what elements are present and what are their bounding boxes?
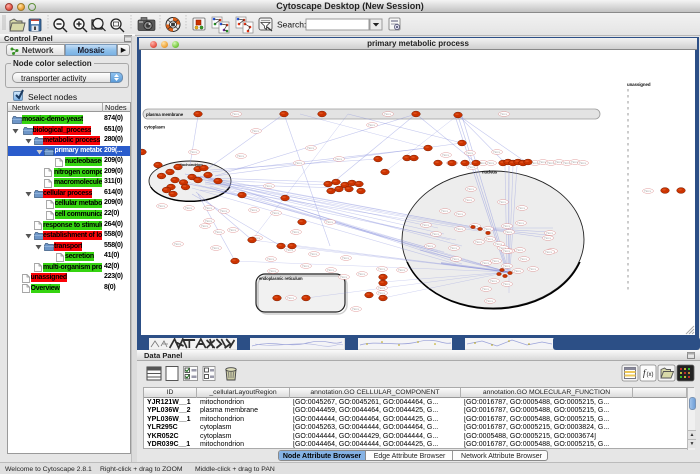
- svg-text:Yxx.x: Yxx.x: [272, 211, 279, 215]
- svg-text:Yxx.x: Yxx.x: [555, 160, 562, 164]
- svg-text:Yxx.x: Yxx.x: [205, 206, 212, 210]
- svg-text:Yxx.x: Yxx.x: [302, 264, 309, 268]
- svg-text:Yxx.x: Yxx.x: [378, 286, 385, 290]
- svg-text:Yxx.x: Yxx.x: [503, 282, 510, 286]
- svg-text:Yxx.x: Yxx.x: [398, 268, 405, 272]
- svg-text:Yxx.x: Yxx.x: [442, 153, 449, 157]
- svg-text:plasma membrane: plasma membrane: [146, 112, 184, 117]
- svg-text:Yxx.x: Yxx.x: [368, 123, 375, 127]
- svg-text:Yxx.x: Yxx.x: [342, 256, 349, 260]
- svg-text:Yxx.x: Yxx.x: [520, 257, 527, 261]
- svg-text:Yxx.x: Yxx.x: [205, 219, 212, 223]
- svg-text:Yxx.x: Yxx.x: [465, 198, 472, 202]
- svg-text:Yxx.x: Yxx.x: [295, 161, 302, 165]
- svg-text:Yxx.x: Yxx.x: [456, 212, 463, 216]
- svg-text:Yxx.x: Yxx.x: [466, 151, 473, 155]
- svg-text:Yxx.x: Yxx.x: [467, 187, 474, 191]
- svg-text:Yxx.x: Yxx.x: [493, 150, 500, 154]
- svg-text:Yxx.x: Yxx.x: [232, 112, 239, 116]
- svg-text:Yxx.x: Yxx.x: [503, 249, 510, 253]
- svg-text:Yxx.x: Yxx.x: [518, 206, 525, 210]
- svg-text:Yxx.x: Yxx.x: [358, 272, 365, 276]
- svg-text:Yxx.x: Yxx.x: [579, 161, 586, 165]
- svg-text:Yxx.x: Yxx.x: [310, 252, 317, 256]
- svg-text:Yxx.x: Yxx.x: [571, 160, 578, 164]
- svg-text:Yxx.x: Yxx.x: [422, 223, 429, 227]
- svg-text:Yxx.x: Yxx.x: [269, 269, 276, 273]
- svg-text:Yxx.x: Yxx.x: [327, 268, 334, 272]
- svg-text:Yxx.x: Yxx.x: [287, 296, 294, 300]
- svg-text:endoplasmic reticulum: endoplasmic reticulum: [259, 276, 303, 281]
- svg-text:Yxx.x: Yxx.x: [307, 146, 314, 150]
- svg-text:Yxx.x: Yxx.x: [503, 264, 510, 268]
- svg-text:Yxx.x: Yxx.x: [190, 150, 197, 154]
- svg-text:Yxx.x: Yxx.x: [482, 261, 489, 265]
- svg-text:Yxx.x: Yxx.x: [378, 291, 385, 295]
- svg-text:Yxx.x: Yxx.x: [378, 267, 385, 271]
- svg-text:Yxx.x: Yxx.x: [237, 154, 244, 158]
- svg-text:Yxx.x: Yxx.x: [517, 221, 524, 225]
- svg-text:Yxx.x: Yxx.x: [492, 259, 499, 263]
- svg-text:Yxx.x: Yxx.x: [514, 269, 521, 273]
- svg-text:Yxx.x: Yxx.x: [252, 129, 259, 133]
- svg-text:Yxx.x: Yxx.x: [340, 275, 347, 279]
- svg-text:(x): (x): [647, 372, 654, 378]
- svg-text:Yxx.x: Yxx.x: [546, 231, 553, 235]
- svg-text:Yxx.x: Yxx.x: [539, 160, 546, 164]
- svg-text:Yxx.x: Yxx.x: [326, 220, 333, 224]
- svg-text:Yxx.x: Yxx.x: [335, 157, 342, 161]
- svg-text:Yxx.x: Yxx.x: [500, 112, 507, 116]
- svg-text:Yxx.x: Yxx.x: [484, 227, 491, 231]
- svg-text:Yxx.x: Yxx.x: [450, 246, 457, 250]
- svg-text:Yxx.x: Yxx.x: [441, 209, 448, 213]
- svg-text:Yxx.x: Yxx.x: [486, 237, 493, 241]
- svg-text:Yxx.x: Yxx.x: [215, 230, 222, 234]
- svg-text:Yxx.x: Yxx.x: [505, 230, 512, 234]
- svg-text:Yxx.x: Yxx.x: [265, 184, 272, 188]
- svg-text:Yxx.x: Yxx.x: [516, 248, 523, 252]
- svg-text:Yxx.x: Yxx.x: [545, 250, 552, 254]
- svg-text:Yxx.x: Yxx.x: [212, 246, 219, 250]
- svg-text:Yxx.x: Yxx.x: [250, 208, 257, 212]
- svg-text:Yxx.x: Yxx.x: [456, 227, 463, 231]
- svg-text:Yxx.x: Yxx.x: [220, 209, 227, 213]
- svg-text:Yxx.x: Yxx.x: [229, 228, 236, 232]
- svg-text:Yxx.x: Yxx.x: [426, 244, 433, 248]
- svg-text:nucleus: nucleus: [482, 170, 498, 175]
- svg-text:Yxx.x: Yxx.x: [267, 257, 274, 261]
- svg-text:Yxx.x: Yxx.x: [352, 307, 359, 311]
- svg-text:Yxx.x: Yxx.x: [452, 257, 459, 261]
- svg-text:Yxx.x: Yxx.x: [486, 299, 493, 303]
- svg-text:Yxx.x: Yxx.x: [475, 240, 482, 244]
- svg-text:Yxx.x: Yxx.x: [432, 232, 439, 236]
- svg-text:Search:: Search:: [277, 20, 306, 30]
- svg-text:Yxx.x: Yxx.x: [487, 161, 494, 165]
- svg-text:unassigned: unassigned: [627, 82, 651, 87]
- svg-text:Yxx.x: Yxx.x: [384, 112, 391, 116]
- svg-text:Yxx.x: Yxx.x: [174, 242, 181, 246]
- svg-text:Yxx.x: Yxx.x: [490, 279, 497, 283]
- svg-text:Yxx.x: Yxx.x: [503, 224, 510, 228]
- svg-text:Yxx.x: Yxx.x: [185, 206, 192, 210]
- svg-text:cytoplasm: cytoplasm: [144, 125, 165, 130]
- svg-text:Yxx.x: Yxx.x: [529, 267, 536, 271]
- svg-text:Yxx.x: Yxx.x: [644, 189, 651, 193]
- svg-text:Yxx.x: Yxx.x: [292, 230, 299, 234]
- svg-text:Yxx.x: Yxx.x: [158, 204, 165, 208]
- svg-text:Yxx.x: Yxx.x: [482, 287, 489, 291]
- svg-text:Yxx.x: Yxx.x: [499, 200, 506, 204]
- svg-text:Yxx.x: Yxx.x: [201, 224, 208, 228]
- svg-text:Yxx.x: Yxx.x: [544, 236, 551, 240]
